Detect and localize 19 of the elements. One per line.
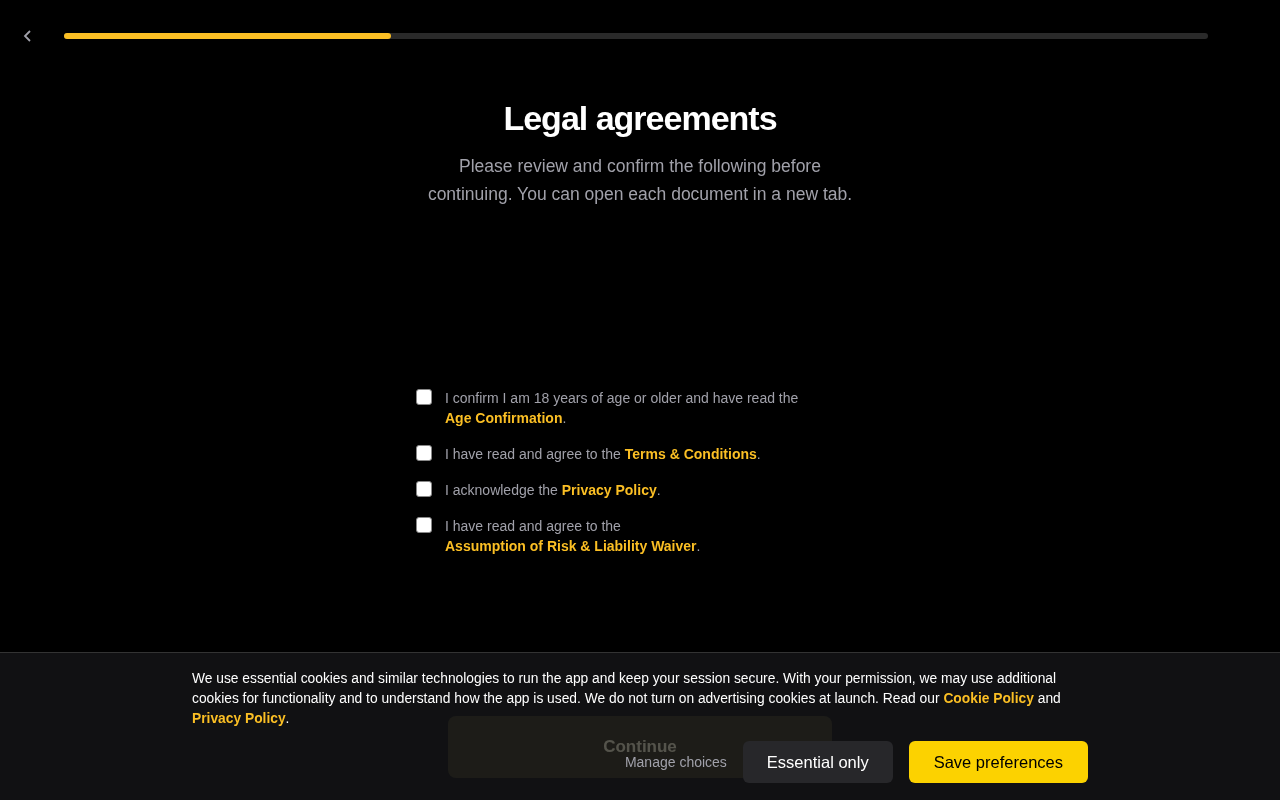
checkbox[interactable] [416, 389, 432, 405]
document-link[interactable]: Assumption of Risk & Liability Waiver [445, 538, 697, 554]
page-title: Legal agreements [503, 99, 777, 138]
agreement-text: I confirm I am 18 years of age or older and have read the Age Confirmation. [445, 389, 800, 428]
manage-choices-link[interactable]: Manage choices [624, 754, 727, 770]
cookie-button[interactable]: Save preferences [908, 741, 1088, 783]
subtitle: Please review and confirm the following before continuing. You can open each document in a new tab. [426, 155, 854, 206]
document-link[interactable]: Terms & Conditions [624, 446, 757, 462]
cookie-notice-text: We use essential cookies and similar technologies to run the app and keep your session secure. With your permission, we may use additional cookies for functionality and to understand how the app is used. We do not turn on advertising cookies at launch. Read our Cookie Policy and Privacy Policy. [192, 670, 1062, 728]
checkbox[interactable] [416, 445, 432, 461]
checkbox[interactable] [416, 481, 432, 497]
agreement-text: I have read and agree to the Terms & Conditions. [445, 445, 761, 464]
checkbox[interactable] [416, 517, 432, 533]
agreement-text: I have read and agree to the Assumption of Risk & Liability Waiver. [445, 517, 702, 556]
policy-link[interactable]: Privacy Policy [192, 711, 286, 726]
agreement-text: I acknowledge the Privacy Policy. [445, 481, 661, 500]
policy-link[interactable]: Cookie Policy [943, 691, 1034, 706]
cookie-button[interactable]: Essential only [742, 741, 893, 783]
document-link[interactable]: Privacy Policy [561, 482, 657, 498]
